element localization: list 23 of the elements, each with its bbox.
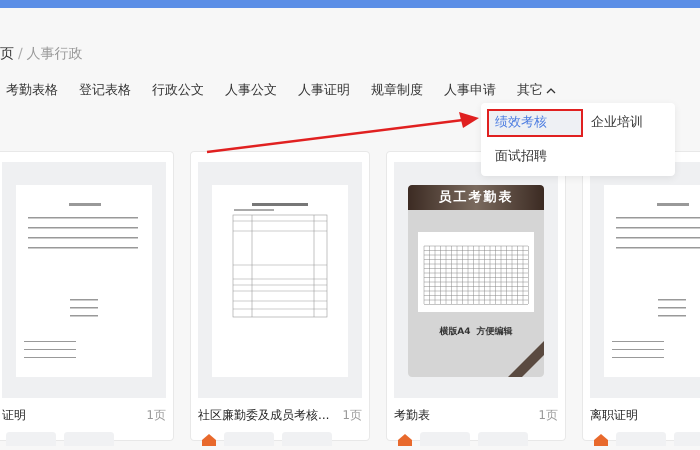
document-title[interactable]: 社区廉勤委及成员考核... [198, 406, 330, 424]
document-title[interactable]: 考勤表 [394, 406, 430, 424]
breadcrumb-item[interactable]: 页 [0, 44, 14, 65]
document-title[interactable]: 离职证明 [590, 406, 638, 424]
breadcrumb-separator: / [18, 45, 23, 64]
nav-link[interactable]: 规章制度 [371, 81, 423, 100]
document-title[interactable]: 证明 [2, 406, 26, 424]
nav-link[interactable]: 人事申请 [444, 81, 496, 100]
nav-link[interactable]: 考勤表格 [6, 81, 58, 100]
dropdown-item[interactable]: 企业培训 [583, 109, 673, 136]
page-count: 1页 [146, 406, 166, 424]
nav-link[interactable]: 人事公文 [225, 81, 277, 100]
nav-link[interactable]: 登记表格 [79, 81, 131, 100]
dropdown-toggle[interactable]: 其它 [517, 81, 556, 100]
dropdown-item[interactable]: 面试招聘 [487, 142, 583, 170]
cover-subtitle: 横版A4 方便编辑 [439, 326, 513, 338]
ribbon-drawing [508, 340, 544, 376]
page-count: 1页 [538, 406, 558, 424]
cover-title: 员工考勤表 [408, 184, 544, 210]
dropdown-item[interactable]: 绩效考核 [487, 109, 583, 136]
nav-link[interactable]: 行政公文 [152, 81, 204, 100]
nav-link[interactable]: 人事证明 [298, 81, 350, 100]
page-count: 1页 [342, 406, 362, 424]
